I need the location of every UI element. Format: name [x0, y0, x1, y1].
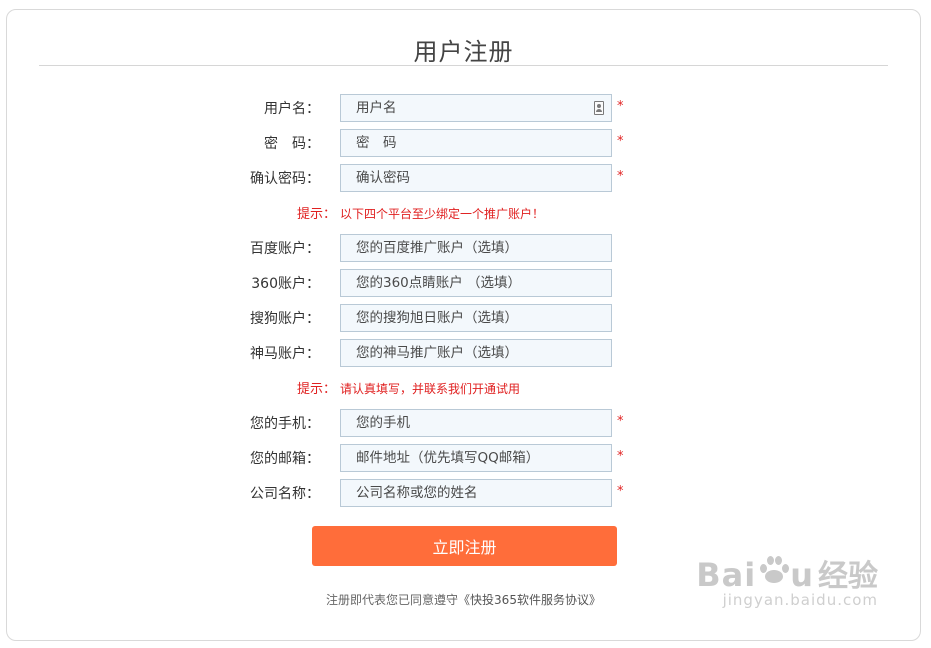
- company-label: 公司名称：: [250, 486, 320, 502]
- phone-label: 您的手机：: [250, 416, 320, 432]
- required-mark: *: [617, 414, 624, 429]
- paw-icon: [756, 550, 790, 584]
- password-label: 密 码：: [264, 136, 320, 152]
- required-mark: *: [617, 484, 624, 499]
- username-field-wrap: [340, 94, 612, 122]
- password-row: 密 码： *: [7, 129, 920, 159]
- company-row: 公司名称： *: [7, 479, 920, 509]
- required-mark: *: [617, 99, 624, 114]
- email-label: 您的邮箱：: [250, 451, 320, 467]
- 360-account-row: 360账户：: [7, 269, 920, 299]
- sogou-account-row: 搜狗账户：: [7, 304, 920, 334]
- username-input[interactable]: [341, 95, 611, 121]
- hint-fill-carefully: 提示： 请认真填写，并联系我们开通试用: [297, 378, 520, 397]
- shenma-account-input[interactable]: [341, 340, 611, 366]
- hint-text: 请认真填写，并联系我们开通试用: [340, 382, 521, 396]
- watermark-logo-text: Bai: [696, 556, 757, 594]
- 360-account-input[interactable]: [341, 270, 611, 296]
- hint-label: 提示：: [297, 207, 337, 222]
- baidu-account-row: 百度账户：: [7, 234, 920, 264]
- baidu-account-input[interactable]: [341, 235, 611, 261]
- sogou-account-field-wrap: [340, 304, 612, 332]
- email-input[interactable]: [341, 445, 611, 471]
- register-button[interactable]: 立即注册: [312, 526, 617, 566]
- phone-field-wrap: [340, 409, 612, 437]
- 360-account-label: 360账户：: [251, 276, 320, 292]
- sogou-account-label: 搜狗账户：: [250, 311, 320, 327]
- email-field-wrap: [340, 444, 612, 472]
- agreement-prefix: 注册即代表您已同意遵守: [326, 593, 459, 607]
- required-mark: *: [617, 449, 624, 464]
- hint-text: 以下四个平台至少绑定一个推广账户！: [340, 207, 545, 221]
- phone-row: 您的手机： *: [7, 409, 920, 439]
- shenma-account-row: 神马账户：: [7, 339, 920, 369]
- shenma-account-field-wrap: [340, 339, 612, 367]
- hint-label: 提示：: [297, 382, 337, 397]
- shenma-account-label: 神马账户：: [250, 346, 320, 362]
- register-card: 用户注册 用户名： * 密 码： * 确认密码： * 提示：以下四个平台至少绑定…: [6, 9, 921, 641]
- hint-bind-accounts: 提示： 以下四个平台至少绑定一个推广账户！: [297, 203, 544, 222]
- baidu-account-label: 百度账户：: [250, 241, 320, 257]
- username-label: 用户名：: [264, 101, 320, 117]
- page-title: 用户注册: [413, 38, 514, 66]
- required-mark: *: [617, 169, 624, 184]
- title-divider: [39, 65, 888, 66]
- confirm-password-input[interactable]: [341, 165, 611, 191]
- confirm-password-label: 确认密码：: [250, 171, 320, 187]
- required-mark: *: [617, 134, 624, 149]
- service-agreement-link[interactable]: 《快投365软件服务协议》: [458, 593, 601, 607]
- email-row: 您的邮箱： *: [7, 444, 920, 474]
- contact-card-icon[interactable]: [594, 101, 604, 115]
- sogou-account-input[interactable]: [341, 305, 611, 331]
- 360-account-field-wrap: [340, 269, 612, 297]
- company-input[interactable]: [341, 480, 611, 506]
- baidu-account-field-wrap: [340, 234, 612, 262]
- phone-input[interactable]: [341, 410, 611, 436]
- confirm-password-field-wrap: [340, 164, 612, 192]
- password-input[interactable]: [341, 130, 611, 156]
- username-row: 用户名： *: [7, 94, 920, 124]
- watermark-cn: 经验: [818, 559, 878, 594]
- watermark-url: jingyan.baidu.com: [722, 591, 878, 609]
- password-field-wrap: [340, 129, 612, 157]
- company-field-wrap: [340, 479, 612, 507]
- confirm-password-row: 确认密码： *: [7, 164, 920, 194]
- watermark-logo-suffix: u: [790, 556, 814, 594]
- baidu-jingyan-watermark: Bai u 经验 jingyan.baidu.com: [696, 550, 878, 609]
